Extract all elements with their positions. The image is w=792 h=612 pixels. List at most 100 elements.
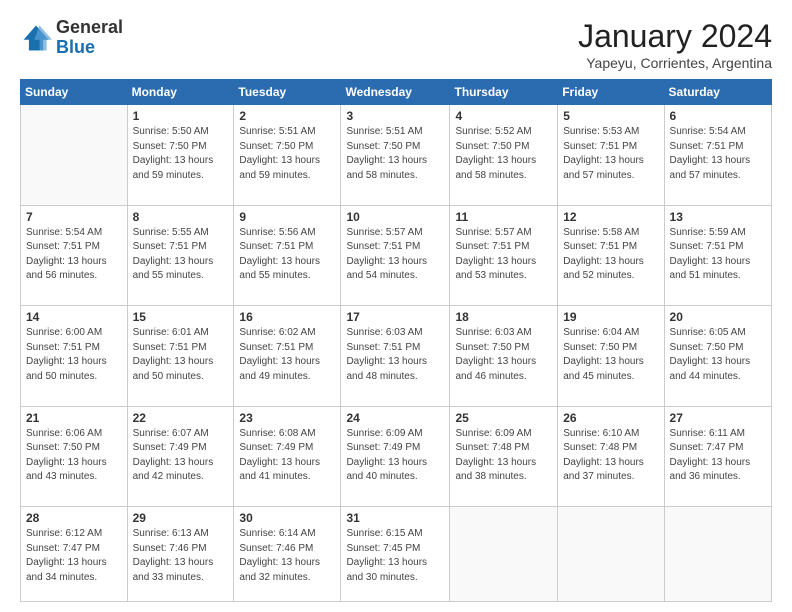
weekday-header-row: Sunday Monday Tuesday Wednesday Thursday… [21,80,772,105]
day-info: Sunrise: 5:55 AMSunset: 7:51 PMDaylight:… [133,227,214,282]
day-number: 18 [455,310,552,324]
day-info: Sunrise: 6:13 AMSunset: 7:46 PMDaylight:… [133,528,214,583]
day-number: 3 [346,109,444,123]
logo-general: General [56,17,123,37]
logo-text: General Blue [56,18,123,58]
table-row: 24 Sunrise: 6:09 AMSunset: 7:49 PMDayligh… [341,406,450,507]
day-info: Sunrise: 5:51 AMSunset: 7:50 PMDaylight:… [346,126,427,181]
day-info: Sunrise: 5:57 AMSunset: 7:51 PMDaylight:… [455,227,536,282]
table-row: 13 Sunrise: 5:59 AMSunset: 7:51 PMDayligh… [664,205,771,306]
day-info: Sunrise: 5:51 AMSunset: 7:50 PMDaylight:… [239,126,320,181]
table-row: 7 Sunrise: 5:54 AMSunset: 7:51 PMDaylight… [21,205,128,306]
table-row: 19 Sunrise: 6:04 AMSunset: 7:50 PMDayligh… [558,306,664,407]
day-number: 29 [133,511,229,525]
day-info: Sunrise: 6:05 AMSunset: 7:50 PMDaylight:… [670,327,751,382]
table-row [664,507,771,602]
day-number: 13 [670,210,766,224]
header: General Blue January 2024 Yapeyu, Corrie… [20,18,772,71]
table-row: 9 Sunrise: 5:56 AMSunset: 7:51 PMDaylight… [234,205,341,306]
table-row: 4Sunrise: 5:52 AMSunset: 7:50 PMDaylight… [450,105,558,206]
day-number: 17 [346,310,444,324]
table-row: 23 Sunrise: 6:08 AMSunset: 7:49 PMDayligh… [234,406,341,507]
day-info: Sunrise: 6:08 AMSunset: 7:49 PMDaylight:… [239,428,320,483]
day-number: 10 [346,210,444,224]
month-title: January 2024 [578,18,772,55]
calendar-table: Sunday Monday Tuesday Wednesday Thursday… [20,79,772,602]
day-number: 21 [26,411,122,425]
day-info: Sunrise: 6:09 AMSunset: 7:49 PMDaylight:… [346,428,427,483]
day-info: Sunrise: 5:56 AMSunset: 7:51 PMDaylight:… [239,227,320,282]
day-number: 2 [239,109,335,123]
logo-icon [20,22,52,54]
table-row: 2 Sunrise: 5:51 AMSunset: 7:50 PMDaylight… [234,105,341,206]
day-info: Sunrise: 6:09 AMSunset: 7:48 PMDaylight:… [455,428,536,483]
table-row: 14Sunrise: 6:00 AMSunset: 7:51 PMDayligh… [21,306,128,407]
page: General Blue January 2024 Yapeyu, Corrie… [0,0,792,612]
header-monday: Monday [127,80,234,105]
day-number: 12 [563,210,658,224]
day-number: 31 [346,511,444,525]
title-block: January 2024 Yapeyu, Corrientes, Argenti… [578,18,772,71]
table-row: 27 Sunrise: 6:11 AMSunset: 7:47 PMDayligh… [664,406,771,507]
table-row: 22Sunrise: 6:07 AMSunset: 7:49 PMDayligh… [127,406,234,507]
table-row: 3 Sunrise: 5:51 AMSunset: 7:50 PMDaylight… [341,105,450,206]
logo: General Blue [20,18,123,58]
header-wednesday: Wednesday [341,80,450,105]
day-info: Sunrise: 6:15 AMSunset: 7:45 PMDaylight:… [346,528,427,583]
day-number: 15 [133,310,229,324]
table-row: 28 Sunrise: 6:12 AMSunset: 7:47 PMDayligh… [21,507,128,602]
day-number: 5 [563,109,658,123]
table-row: 12 Sunrise: 5:58 AMSunset: 7:51 PMDayligh… [558,205,664,306]
table-row: 11 Sunrise: 5:57 AMSunset: 7:51 PMDayligh… [450,205,558,306]
day-number: 23 [239,411,335,425]
day-number: 11 [455,210,552,224]
day-info: Sunrise: 5:54 AMSunset: 7:51 PMDaylight:… [670,126,751,181]
day-number: 14 [26,310,122,324]
day-info: Sunrise: 5:50 AMSunset: 7:50 PMDaylight:… [133,126,214,181]
day-number: 7 [26,210,122,224]
day-number: 1 [133,109,229,123]
day-number: 9 [239,210,335,224]
day-info: Sunrise: 6:07 AMSunset: 7:49 PMDaylight:… [133,428,214,483]
table-row: 10 Sunrise: 5:57 AMSunset: 7:51 PMDayligh… [341,205,450,306]
day-number: 24 [346,411,444,425]
day-info: Sunrise: 5:53 AMSunset: 7:51 PMDaylight:… [563,126,644,181]
location-subtitle: Yapeyu, Corrientes, Argentina [578,55,772,71]
day-info: Sunrise: 5:58 AMSunset: 7:51 PMDaylight:… [563,227,644,282]
day-info: Sunrise: 6:06 AMSunset: 7:50 PMDaylight:… [26,428,107,483]
table-row: 25 Sunrise: 6:09 AMSunset: 7:48 PMDayligh… [450,406,558,507]
table-row: 29 Sunrise: 6:13 AMSunset: 7:46 PMDayligh… [127,507,234,602]
day-number: 6 [670,109,766,123]
table-row: 30 Sunrise: 6:14 AMSunset: 7:46 PMDayligh… [234,507,341,602]
day-info: Sunrise: 6:03 AMSunset: 7:50 PMDaylight:… [455,327,536,382]
header-thursday: Thursday [450,80,558,105]
day-number: 30 [239,511,335,525]
table-row: 31 Sunrise: 6:15 AMSunset: 7:45 PMDayligh… [341,507,450,602]
day-number: 8 [133,210,229,224]
table-row: 1 Sunrise: 5:50 AMSunset: 7:50 PMDaylight… [127,105,234,206]
table-row: 6 Sunrise: 5:54 AMSunset: 7:51 PMDaylight… [664,105,771,206]
day-number: 16 [239,310,335,324]
day-info: Sunrise: 5:59 AMSunset: 7:51 PMDaylight:… [670,227,751,282]
day-number: 28 [26,511,122,525]
day-info: Sunrise: 6:12 AMSunset: 7:47 PMDaylight:… [26,528,107,583]
day-number: 26 [563,411,658,425]
day-info: Sunrise: 6:03 AMSunset: 7:51 PMDaylight:… [346,327,427,382]
day-number: 27 [670,411,766,425]
day-info: Sunrise: 5:57 AMSunset: 7:51 PMDaylight:… [346,227,427,282]
day-info: Sunrise: 6:01 AMSunset: 7:51 PMDaylight:… [133,327,214,382]
day-info: Sunrise: 6:04 AMSunset: 7:50 PMDaylight:… [563,327,644,382]
day-number: 19 [563,310,658,324]
day-number: 20 [670,310,766,324]
table-row: 8 Sunrise: 5:55 AMSunset: 7:51 PMDaylight… [127,205,234,306]
header-sunday: Sunday [21,80,128,105]
day-info: Sunrise: 6:14 AMSunset: 7:46 PMDaylight:… [239,528,320,583]
day-number: 25 [455,411,552,425]
header-tuesday: Tuesday [234,80,341,105]
table-row: 21 Sunrise: 6:06 AMSunset: 7:50 PMDayligh… [21,406,128,507]
day-info: Sunrise: 6:11 AMSunset: 7:47 PMDaylight:… [670,428,751,483]
table-row: 17 Sunrise: 6:03 AMSunset: 7:51 PMDayligh… [341,306,450,407]
day-info: Sunrise: 5:54 AMSunset: 7:51 PMDaylight:… [26,227,107,282]
table-row [21,105,128,206]
table-row: 16Sunrise: 6:02 AMSunset: 7:51 PMDayligh… [234,306,341,407]
